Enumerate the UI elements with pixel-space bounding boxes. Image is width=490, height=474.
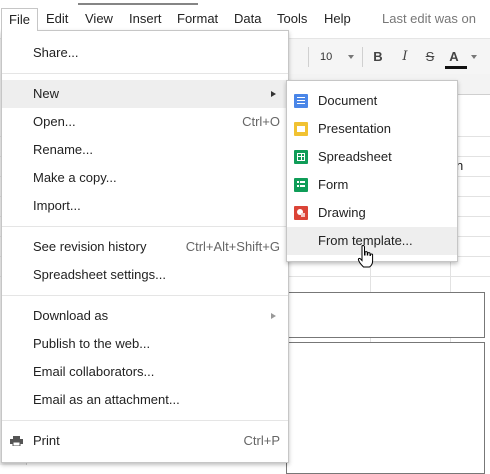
last-edit-link[interactable]: Last edit was on	[382, 8, 476, 30]
menu-item-download-as[interactable]: Download as	[2, 302, 288, 330]
menu-item-open[interactable]: Open... Ctrl+O	[2, 108, 288, 136]
submenu-item-label: Spreadsheet	[318, 149, 392, 164]
font-size-select[interactable]: 10	[314, 47, 358, 67]
title-fragment	[78, 0, 198, 5]
menu-item-label: Rename...	[33, 142, 93, 157]
submenu-item-form[interactable]: Form	[287, 171, 457, 199]
menu-item-label: Make a copy...	[33, 170, 117, 185]
embedded-chart[interactable]	[286, 342, 485, 474]
font-size-value: 10	[320, 51, 333, 63]
printer-icon	[10, 436, 23, 446]
text-color-swatch	[445, 66, 467, 69]
menu-item-email-collaborators[interactable]: Email collaborators...	[2, 358, 288, 386]
text-color-button[interactable]: A	[444, 47, 464, 67]
menu-item-spreadsheet-settings[interactable]: Spreadsheet settings...	[2, 261, 288, 289]
submenu-item-label: Drawing	[318, 205, 366, 220]
submenu-arrow-icon	[271, 313, 276, 319]
submenu-item-presentation[interactable]: Presentation	[287, 115, 457, 143]
menu-tools[interactable]: Tools	[270, 8, 314, 30]
file-menu: Share... New Open... Ctrl+O Rename... Ma…	[1, 30, 289, 463]
submenu-arrow-icon	[271, 91, 276, 97]
bold-button[interactable]: B	[368, 47, 388, 67]
menu-item-share[interactable]: Share...	[2, 39, 288, 67]
document-icon	[294, 94, 308, 108]
toolbar-separator	[308, 47, 309, 67]
menu-item-email-attachment[interactable]: Email as an attachment...	[2, 386, 288, 414]
menu-item-label: Print	[33, 433, 60, 448]
menu-item-print[interactable]: Print Ctrl+P	[2, 427, 288, 455]
menu-item-label: New	[33, 86, 60, 101]
submenu-item-document[interactable]: Document	[287, 87, 457, 115]
menu-divider	[2, 226, 288, 227]
menu-item-new[interactable]: New	[2, 80, 288, 108]
menu-insert[interactable]: Insert	[122, 8, 169, 30]
menu-data[interactable]: Data	[227, 8, 268, 30]
hand-pointer-cursor	[357, 245, 374, 268]
strikethrough-button[interactable]: S	[420, 47, 440, 67]
shortcut-hint: Ctrl+Alt+Shift+G	[185, 239, 280, 254]
submenu-item-spreadsheet[interactable]: Spreadsheet	[287, 143, 457, 171]
new-submenu: Document Presentation Spreadsheet Form D…	[286, 80, 458, 262]
spreadsheet-icon	[294, 150, 308, 164]
drawing-icon	[294, 206, 308, 220]
title-strip	[0, 0, 490, 8]
dropdown-arrow-icon	[348, 55, 354, 59]
menu-item-make-copy[interactable]: Make a copy...	[2, 164, 288, 192]
submenu-item-label: Document	[318, 93, 378, 108]
menu-item-label: Import...	[33, 198, 81, 213]
menu-item-label: Email as an attachment...	[33, 392, 180, 407]
menubar: File Edit View Insert Format Data Tools …	[0, 8, 490, 31]
menu-item-label: Share...	[33, 45, 79, 60]
menu-view[interactable]: View	[78, 8, 120, 30]
chevron-down-icon[interactable]	[471, 55, 477, 59]
submenu-item-drawing[interactable]: Drawing	[287, 199, 457, 227]
menu-edit[interactable]: Edit	[39, 8, 75, 30]
menu-item-rename[interactable]: Rename...	[2, 136, 288, 164]
menu-item-label: Spreadsheet settings...	[33, 267, 166, 282]
submenu-item-label: Presentation	[318, 121, 391, 136]
menu-help[interactable]: Help	[317, 8, 358, 30]
menu-format[interactable]: Format	[170, 8, 225, 30]
menu-item-label: See revision history	[33, 239, 147, 254]
toolbar-separator	[362, 47, 363, 67]
menu-item-revision-history[interactable]: See revision history Ctrl+Alt+Shift+G	[2, 233, 288, 261]
presentation-icon	[294, 122, 308, 136]
menu-item-publish[interactable]: Publish to the web...	[2, 330, 288, 358]
menu-item-import[interactable]: Import...	[2, 192, 288, 220]
menu-item-label: Email collaborators...	[33, 364, 155, 379]
menu-divider	[2, 420, 288, 421]
shortcut-hint: Ctrl+O	[242, 114, 280, 129]
italic-button[interactable]: I	[395, 47, 415, 67]
submenu-item-label: Form	[318, 177, 349, 192]
shortcut-hint: Ctrl+P	[243, 433, 280, 448]
menu-item-label: Publish to the web...	[33, 336, 151, 351]
menu-divider	[2, 73, 288, 74]
menu-divider	[2, 295, 288, 296]
menu-item-label: Open...	[33, 114, 76, 129]
embedded-chart[interactable]	[286, 292, 485, 338]
menu-item-label: Download as	[33, 308, 109, 323]
menu-file[interactable]: File	[1, 8, 38, 31]
form-icon	[294, 178, 308, 192]
